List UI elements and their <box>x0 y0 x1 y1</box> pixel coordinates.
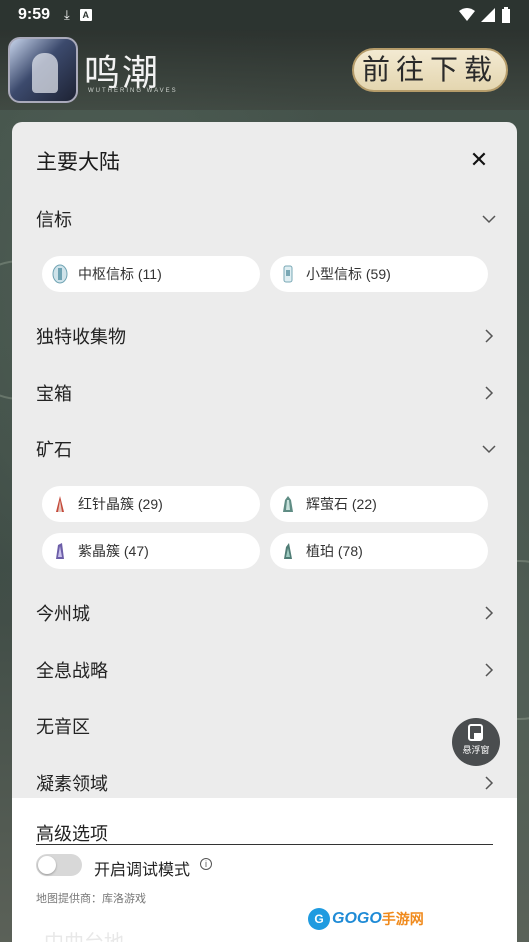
chip-purple-crystal[interactable]: 紫晶簇 (47) <box>42 533 260 569</box>
section-holographic-strategy[interactable]: 全息战略 <box>36 656 496 686</box>
advanced-options: 高级选项 开启调试模式 i 地图提供商：库洛游戏 <box>12 798 517 942</box>
map-provider: 地图提供商：库洛游戏 <box>36 893 146 905</box>
chip-label: 植珀 (78) <box>306 543 363 559</box>
notification-a-icon: A <box>79 9 92 21</box>
map-region-label: 中曲台地 <box>44 926 124 942</box>
section-label: 全息战略 <box>36 661 108 681</box>
section-label: 信标 <box>36 210 72 230</box>
watermark-text: GOGO <box>332 910 382 927</box>
glow-stone-icon <box>283 496 293 512</box>
watermark: G GOGO 手游网 <box>308 906 424 932</box>
chip-label: 辉萤石 (22) <box>306 496 377 512</box>
amber-plant-icon <box>284 543 292 559</box>
small-beacon-icon <box>283 265 293 283</box>
game-subtitle: WUTHERING WAVES <box>88 88 178 94</box>
floating-window-icon <box>468 724 483 741</box>
chip-label: 紫晶簇 (47) <box>78 543 149 559</box>
debug-mode-label: 开启调试模式 <box>94 862 191 879</box>
advanced-options-label: 高级选项 <box>36 824 108 844</box>
section-unique-collectibles[interactable]: 独特收集物 <box>36 322 496 352</box>
chip-central-beacon[interactable]: 中枢信标 (11) <box>42 256 260 292</box>
purple-crystal-icon <box>56 543 64 559</box>
section-beacon[interactable]: 信标 <box>36 205 496 235</box>
watermark-logo-icon: G <box>308 908 330 930</box>
status-right <box>459 7 511 23</box>
section-ores[interactable]: 矿石 <box>36 435 496 465</box>
section-label: 宝箱 <box>36 384 72 404</box>
chip-red-crystal[interactable]: 红针晶簇 (29) <box>42 486 260 522</box>
section-label: 今州城 <box>36 604 90 624</box>
game-banner: 鸣潮 WUTHERING WAVES 前往下载 <box>0 30 529 110</box>
chip-label: 红针晶簇 (29) <box>78 496 163 512</box>
section-label: 凝素领域 <box>36 774 108 794</box>
chevron-right-icon <box>485 776 494 790</box>
battery-icon <box>502 7 510 23</box>
section-jinzhou-city[interactable]: 今州城 <box>36 599 496 629</box>
section-condensed-domain[interactable]: 凝素领域 <box>36 769 496 799</box>
close-icon[interactable]: ✕ <box>467 148 491 172</box>
game-logo-icon <box>8 37 78 103</box>
floating-window-button[interactable]: 悬浮窗 <box>452 718 500 766</box>
section-treasure-chests[interactable]: 宝箱 <box>36 379 496 409</box>
section-label: 矿石 <box>36 440 72 460</box>
status-time: 9:59 <box>18 6 51 23</box>
chevron-right-icon <box>485 663 494 677</box>
status-bar: 9:59 ⤓ A <box>0 0 529 30</box>
chevron-right-icon <box>485 606 494 620</box>
debug-mode-toggle[interactable] <box>36 854 82 876</box>
chip-glow-stone[interactable]: 辉萤石 (22) <box>270 486 488 522</box>
signal-icon <box>481 8 495 22</box>
chip-label: 中枢信标 (11) <box>78 266 162 282</box>
red-crystal-icon <box>56 496 64 512</box>
chip-amber-plant[interactable]: 植珀 (78) <box>270 533 488 569</box>
central-beacon-icon <box>52 264 68 284</box>
panel-title: 主要大陆 <box>36 151 120 174</box>
chevron-right-icon <box>485 329 494 343</box>
floating-window-label: 悬浮窗 <box>462 745 490 755</box>
wifi-icon <box>459 8 475 21</box>
section-label: 独特收集物 <box>36 327 126 347</box>
chip-small-beacon[interactable]: 小型信标 (59) <box>270 256 488 292</box>
info-icon[interactable]: i <box>200 858 212 870</box>
chip-label: 小型信标 (59) <box>306 266 391 282</box>
chevron-down-icon <box>482 445 496 454</box>
divider <box>36 844 493 845</box>
chevron-down-icon <box>482 215 496 224</box>
download-icon: ⤓ <box>64 7 70 22</box>
watermark-text-2: 手游网 <box>381 911 424 927</box>
download-button[interactable]: 前往下载 <box>352 48 508 92</box>
section-label: 无音区 <box>36 717 90 737</box>
section-tacet-zone[interactable]: 无音区 <box>36 712 496 742</box>
chevron-right-icon <box>485 386 494 400</box>
